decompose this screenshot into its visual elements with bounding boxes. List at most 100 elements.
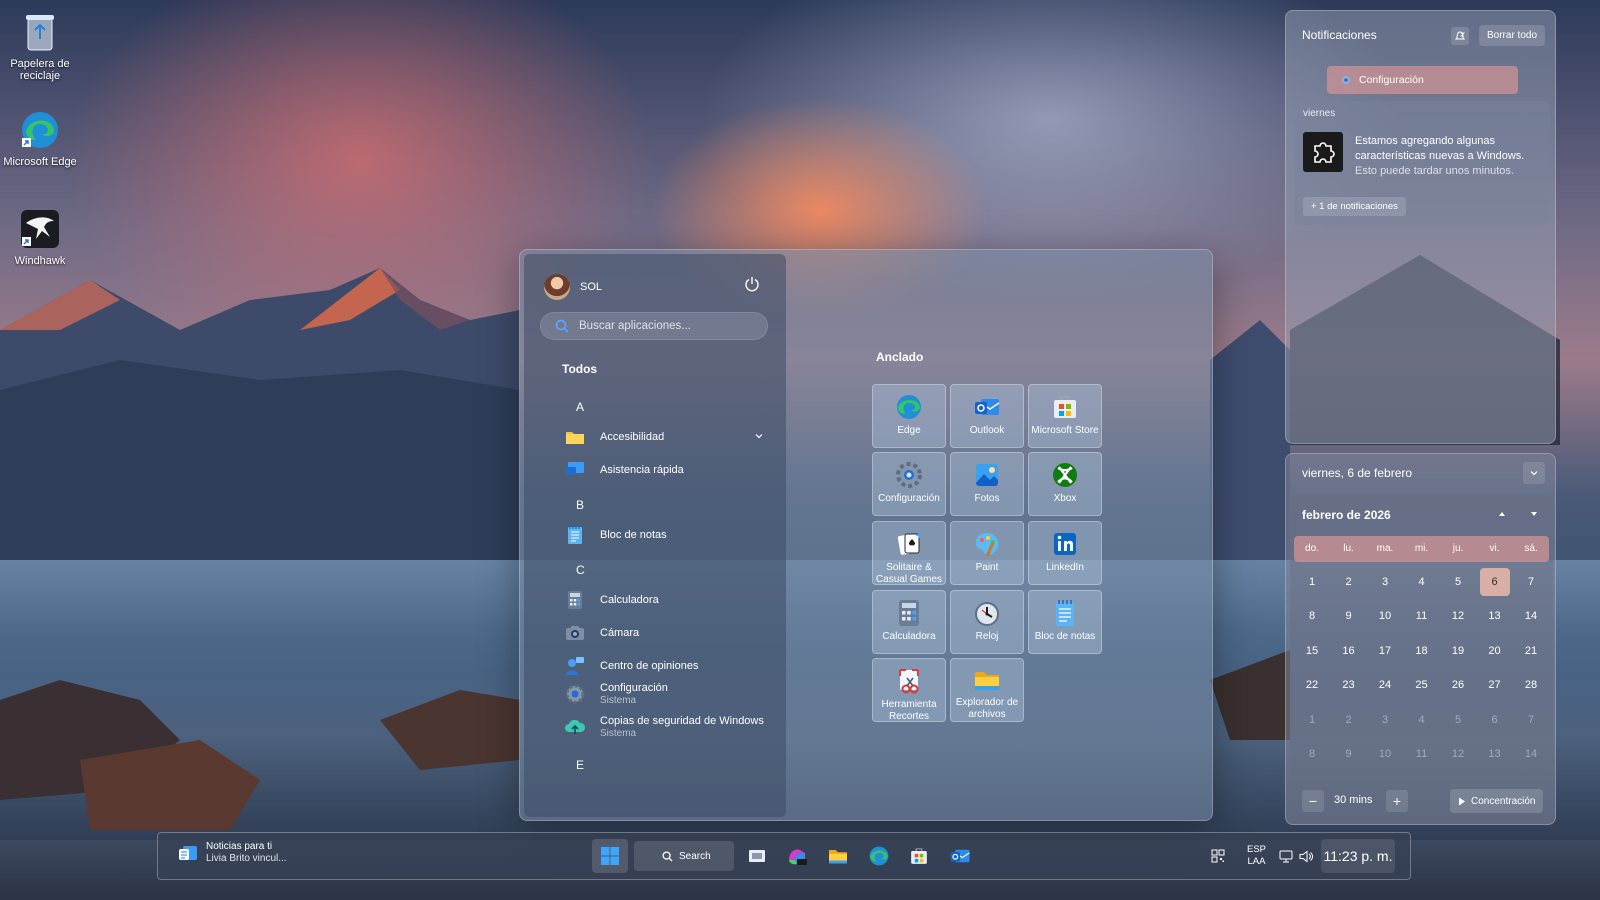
pinned-tile-fotos[interactable]: Fotos [950, 452, 1024, 516]
power-icon[interactable] [744, 276, 760, 292]
calendar-day[interactable]: 27 [1480, 671, 1510, 699]
calendar-day[interactable]: 18 [1407, 637, 1437, 665]
calendar-day[interactable]: 6 [1480, 706, 1510, 734]
calendar-month-label[interactable]: febrero de 2026 [1302, 508, 1391, 522]
pinned-tile-herramienta-recortes[interactable]: Herramienta Recortes [872, 658, 946, 722]
network-tray-button[interactable] [1276, 839, 1296, 873]
calendar-day[interactable]: 17 [1370, 637, 1400, 665]
calendar-day[interactable]: 3 [1370, 568, 1400, 596]
calendar-day[interactable]: 26 [1443, 671, 1473, 699]
taskbar-search[interactable]: Search [634, 841, 734, 871]
pinned-tile-calculadora[interactable]: Calculadora [872, 590, 946, 654]
calendar-day[interactable]: 16 [1334, 637, 1364, 665]
app-item-calculadora[interactable]: Calculadora [564, 589, 764, 611]
calendar-day[interactable]: 11 [1407, 602, 1437, 630]
task-view-button[interactable] [739, 839, 775, 873]
pinned-tile-paint[interactable]: Paint [950, 521, 1024, 585]
calendar-day[interactable]: 3 [1370, 706, 1400, 734]
collapse-calendar-button[interactable] [1523, 462, 1545, 484]
more-notifications-button[interactable]: + 1 de notificaciones [1303, 197, 1406, 216]
letter-header-a[interactable]: A [576, 400, 584, 414]
do-not-disturb-button[interactable] [1451, 27, 1469, 45]
calendar-day[interactable]: 1 [1297, 568, 1327, 596]
notification-card[interactable]: viernes Estamos agregando algunas caract… [1294, 101, 1550, 225]
letter-header-c[interactable]: C [576, 563, 585, 577]
pinned-tile-bloc-de-notas[interactable]: Bloc de notas [1028, 590, 1102, 654]
calendar-day[interactable]: 8 [1297, 740, 1327, 768]
calendar-day[interactable]: 7 [1516, 568, 1546, 596]
qr-code-tray-button[interactable] [1206, 839, 1230, 873]
calendar-day[interactable]: 24 [1370, 671, 1400, 699]
calendar-day[interactable]: 12 [1443, 740, 1473, 768]
input-language[interactable]: ESP LAA [1247, 844, 1266, 868]
calendar-day[interactable]: 14 [1516, 602, 1546, 630]
desktop-icon-windhawk[interactable]: Windhawk [0, 207, 80, 267]
letter-header-b[interactable]: B [576, 498, 584, 512]
taskbar-outlook[interactable] [942, 839, 978, 873]
desktop-icon-edge[interactable]: Microsoft Edge [0, 108, 80, 168]
calendar-day[interactable]: 4 [1407, 706, 1437, 734]
calendar-day[interactable]: 22 [1297, 671, 1327, 699]
calendar-day[interactable]: 11 [1407, 740, 1437, 768]
taskbar-edge[interactable] [861, 839, 897, 873]
start-button[interactable] [592, 839, 628, 873]
app-item-camara[interactable]: Cámara [564, 622, 764, 644]
app-item-asistencia-rapida[interactable]: Asistencia rápida [564, 459, 764, 481]
calendar-day[interactable]: 4 [1407, 568, 1437, 596]
calendar-day[interactable]: 12 [1443, 602, 1473, 630]
calendar-day[interactable]: 13 [1480, 740, 1510, 768]
taskbar-file-explorer[interactable] [820, 839, 856, 873]
news-widget[interactable]: Noticias para ti Livia Brito vincul... [178, 841, 287, 865]
app-item-copias-de-seguridad[interactable]: Copias de seguridad de Windows Sistema [564, 715, 764, 739]
pinned-tile-configuracion[interactable]: Configuración [872, 452, 946, 516]
calendar-day[interactable]: 15 [1297, 637, 1327, 665]
desktop-icon-recycle-bin[interactable]: Papelera de reciclaje [0, 10, 80, 82]
calendar-day[interactable]: 2 [1334, 706, 1364, 734]
previous-month-icon[interactable] [1496, 508, 1508, 520]
taskbar-m365[interactable] [779, 839, 815, 873]
calendar-day[interactable]: 13 [1480, 602, 1510, 630]
calendar-day[interactable]: 19 [1443, 637, 1473, 665]
pinned-tile-linkedin[interactable]: LinkedIn [1028, 521, 1102, 585]
settings-chip[interactable]: Configuración [1327, 66, 1518, 94]
taskbar-store[interactable] [901, 839, 937, 873]
calendar-day[interactable]: 5 [1443, 568, 1473, 596]
calendar-day[interactable]: 9 [1334, 602, 1364, 630]
app-item-accesibilidad[interactable]: Accesibilidad [564, 426, 764, 448]
pinned-tile-solitaire[interactable]: Solitaire & Casual Games [872, 521, 946, 585]
user-account[interactable]: SOL [544, 274, 602, 300]
app-item-configuracion[interactable]: Configuración Sistema [564, 682, 764, 706]
calendar-day[interactable]: 14 [1516, 740, 1546, 768]
calendar-day[interactable]: 23 [1334, 671, 1364, 699]
increase-minutes-button[interactable]: + [1386, 790, 1408, 812]
calendar-date-header[interactable]: viernes, 6 de febrero [1302, 466, 1412, 480]
pinned-tile-edge[interactable]: Edge [872, 384, 946, 448]
calendar-day[interactable]: 10 [1370, 602, 1400, 630]
decrease-minutes-button[interactable]: − [1302, 790, 1324, 812]
pinned-tile-microsoft-store[interactable]: Microsoft Store [1028, 384, 1102, 448]
calendar-day[interactable]: 5 [1443, 706, 1473, 734]
calendar-day[interactable]: 1 [1297, 706, 1327, 734]
letter-header-e[interactable]: E [576, 758, 584, 772]
clock[interactable]: 11:23 p. m. [1321, 839, 1395, 873]
calendar-day[interactable]: 8 [1297, 602, 1327, 630]
calendar-day[interactable]: 7 [1516, 706, 1546, 734]
app-item-bloc-de-notas[interactable]: Bloc de notas [564, 524, 764, 546]
calendar-day[interactable]: 9 [1334, 740, 1364, 768]
calendar-day[interactable]: 6 [1479, 568, 1510, 596]
clear-all-button[interactable]: Borrar todo [1479, 25, 1546, 46]
start-focus-button[interactable]: Concentración [1450, 789, 1544, 813]
pinned-tile-xbox[interactable]: Xbox [1028, 452, 1102, 516]
calendar-day[interactable]: 10 [1370, 740, 1400, 768]
calendar-day[interactable]: 21 [1516, 637, 1546, 665]
calendar-day[interactable]: 28 [1516, 671, 1546, 699]
search-apps-input[interactable]: Buscar aplicaciones... [540, 312, 768, 340]
app-item-centro-de-opiniones[interactable]: Centro de opiniones [564, 655, 764, 677]
calendar-day[interactable]: 20 [1480, 637, 1510, 665]
volume-tray-button[interactable] [1296, 839, 1316, 873]
calendar-day[interactable]: 2 [1334, 568, 1364, 596]
next-month-icon[interactable] [1528, 508, 1540, 520]
chevron-down-icon[interactable] [754, 431, 764, 441]
pinned-tile-outlook[interactable]: Outlook [950, 384, 1024, 448]
pinned-tile-explorador[interactable]: Explorador de archivos [950, 658, 1024, 722]
